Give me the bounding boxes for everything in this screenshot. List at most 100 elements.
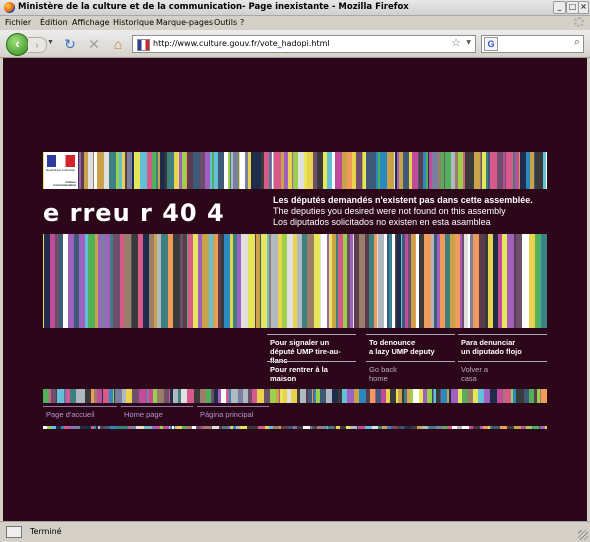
back-button[interactable]: ‹: [6, 33, 29, 56]
stripe-bar: [95, 234, 98, 328]
home-link-es[interactable]: Volver a casa: [458, 361, 547, 387]
menu-bookmarks[interactable]: Marque-pages: [156, 18, 213, 27]
stripe-bar: [284, 152, 288, 189]
resize-grip[interactable]: [578, 530, 588, 540]
stripe-bar: [445, 152, 451, 189]
stripe-bar: [280, 389, 283, 403]
search-icon[interactable]: ⌕: [574, 36, 580, 49]
menu-history[interactable]: Historique: [113, 18, 154, 27]
stripe-bar: [224, 152, 228, 189]
stripe-bar: [328, 426, 334, 429]
stripe-bar: [238, 389, 243, 403]
stripe-bar: [471, 152, 474, 189]
close-icon[interactable]: ×: [578, 1, 589, 14]
stripe-bar: [156, 152, 158, 189]
menu-view[interactable]: Affichage: [72, 18, 110, 27]
stripe-bar: [469, 426, 473, 429]
stripe-bar: [146, 389, 147, 403]
stripe-bar: [465, 152, 471, 189]
stripe-bar: [541, 389, 547, 403]
footer-link-principal[interactable]: Página principal: [197, 406, 269, 421]
stripe-bar: [122, 152, 125, 189]
denounce-link-es[interactable]: Para denunciar un diputado flojo: [458, 334, 547, 360]
search-engine-icon[interactable]: G: [484, 37, 498, 51]
stripe-bar: [59, 234, 63, 328]
stripe-bar: [357, 426, 358, 429]
stripe-bar: [485, 234, 488, 328]
stripe-bar: [455, 152, 458, 189]
stripe-bar: [175, 426, 177, 429]
stripe-bar: [343, 234, 347, 328]
ministry-logo[interactable]: République Française Culture Communicati…: [44, 152, 78, 189]
stripe-bar: [473, 234, 479, 328]
stripe-bar: [226, 389, 229, 403]
stripe-bar: [196, 426, 201, 429]
stripe-bar: [352, 152, 356, 189]
stripe-bar: [273, 152, 274, 189]
history-dropdown-icon[interactable]: ▼: [47, 39, 54, 46]
stop-icon[interactable]: ✕: [86, 36, 102, 52]
stripe-bar: [78, 152, 79, 189]
menu-help[interactable]: ?: [240, 18, 244, 27]
stripe-bar: [490, 426, 492, 429]
stripe-bar: [198, 234, 202, 328]
stripe-bar: [233, 234, 237, 328]
bookmark-star-icon[interactable]: ☆: [451, 36, 461, 49]
stripe-bar: [178, 389, 181, 403]
stripe-bar: [258, 426, 265, 429]
stripe-bar: [436, 426, 443, 429]
stripe-bar: [323, 152, 327, 189]
menu-file[interactable]: Fichier: [5, 18, 31, 27]
home-link-fr[interactable]: Pour rentrer à la maison: [267, 361, 356, 387]
stripe-bar: [64, 426, 69, 429]
search-input[interactable]: G ⌕: [481, 35, 584, 53]
stripe-bar: [543, 152, 546, 189]
stripe-bar: [94, 426, 96, 429]
stripe-bar: [179, 152, 182, 189]
url-dropdown-icon[interactable]: ▼: [466, 39, 471, 46]
stripe-bar: [426, 152, 428, 189]
stripe-bar: [252, 389, 257, 403]
stripe-bar: [362, 152, 363, 189]
stripe-bar: [515, 152, 519, 189]
menu-edit[interactable]: Édition: [40, 18, 68, 27]
stripe-bar: [168, 234, 173, 328]
home-link-en[interactable]: Go back home: [366, 361, 455, 387]
menu-tools[interactable]: Outils: [214, 18, 237, 27]
home-icon[interactable]: ⌂: [110, 36, 126, 52]
stripe-bar: [134, 234, 138, 328]
stripe-bar: [143, 234, 149, 328]
stripe-bar: [403, 152, 409, 189]
stripe-bar: [359, 389, 366, 403]
reload-icon[interactable]: ↻: [62, 36, 78, 52]
forward-button[interactable]: ›: [28, 37, 47, 53]
stripe-bar: [408, 234, 411, 328]
minimize-icon[interactable]: _: [553, 1, 566, 14]
stripe-bar: [88, 234, 95, 328]
stripe-bar: [490, 152, 497, 189]
logo-republique-text: République Française: [46, 168, 76, 172]
stripe-bar: [271, 152, 272, 189]
stripe-bar: [483, 426, 488, 429]
footer-link-home[interactable]: Home page: [121, 406, 193, 421]
stripe-bar: [80, 389, 85, 403]
denounce-link-en[interactable]: To denounce a lazy UMP deputy: [366, 334, 455, 360]
stripe-bar: [481, 152, 482, 189]
footer-link-accueil[interactable]: Page d'accueil: [43, 406, 117, 421]
stripe-bar: [209, 234, 213, 328]
stripe-bar: [281, 426, 288, 429]
stripe-bar: [200, 152, 205, 189]
home-label-en: Go back home: [369, 365, 397, 383]
stripe-bar: [160, 152, 165, 189]
stripe-bar: [233, 152, 239, 189]
stripe-bar: [457, 426, 462, 429]
address-bar[interactable]: http://www.culture.gouv.fr/vote_hadopi.h…: [132, 35, 476, 53]
stripe-bar: [384, 234, 387, 328]
stripe-bar: [347, 389, 354, 403]
stripe-bar: [371, 152, 376, 189]
stripe-bar: [492, 426, 495, 429]
stripe-bar: [187, 152, 193, 189]
stripe-bar: [224, 234, 230, 328]
denounce-link-fr[interactable]: Pour signaler un député UMP tire-au-flan…: [267, 334, 356, 365]
stripe-bar: [336, 234, 338, 328]
